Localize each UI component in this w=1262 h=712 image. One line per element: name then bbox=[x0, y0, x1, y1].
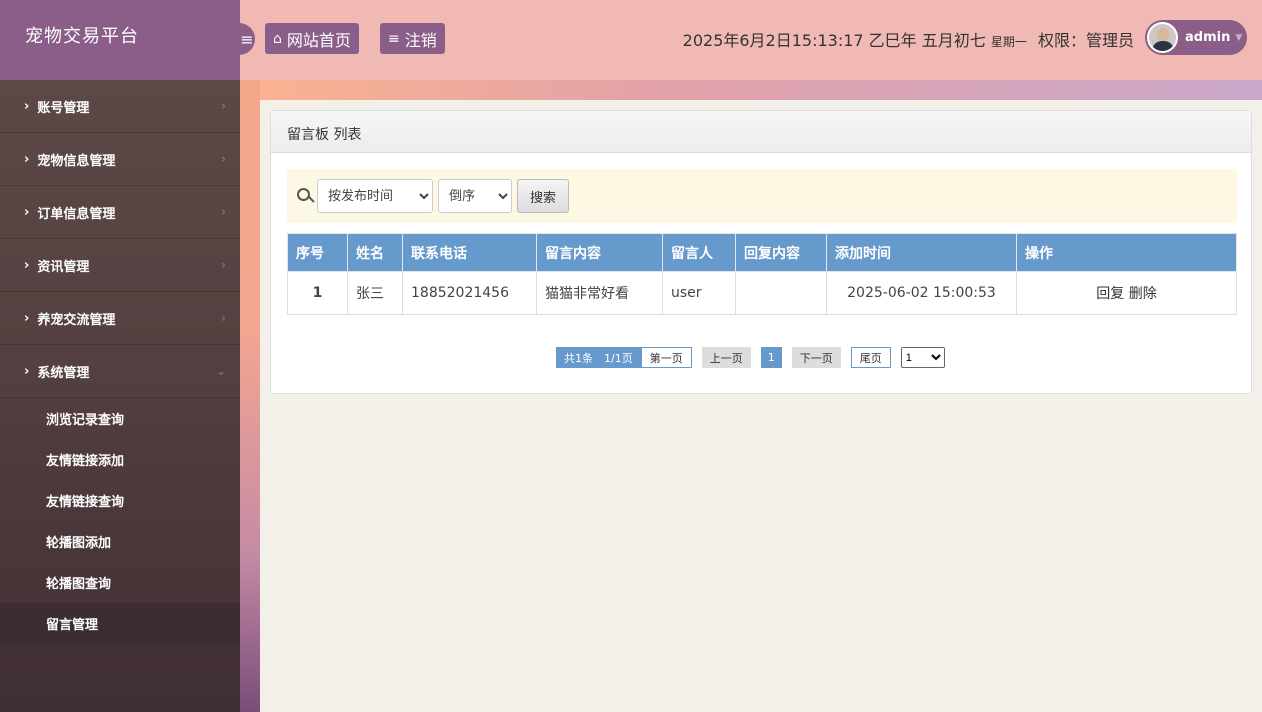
pager-last[interactable]: 尾页 bbox=[850, 347, 891, 368]
arrow-right-icon: › bbox=[221, 258, 226, 272]
col-user: 留言人 bbox=[662, 233, 736, 272]
chevron-right-icon: › bbox=[24, 310, 30, 326]
caret-down-icon: ▼ bbox=[1235, 32, 1243, 43]
home-label: 网站首页 bbox=[286, 30, 351, 50]
chevron-right-icon: › bbox=[24, 257, 30, 273]
chevron-right-icon: › bbox=[24, 98, 30, 114]
username: admin bbox=[1185, 30, 1231, 45]
cell-reply bbox=[735, 271, 827, 315]
pagination: 共1条 1/1页 第一页 上一页 1 下一页 尾页 1 bbox=[556, 347, 945, 368]
col-actions: 操作 bbox=[1016, 233, 1237, 272]
message-table: 序号 姓名 联系电话 留言内容 留言人 回复内容 添加时间 操作 1 张三 18… bbox=[287, 233, 1237, 315]
message-panel: 留言板 列表 按发布时间 倒序 搜索 序号 姓名 联系电话 留言内容 留言人 回… bbox=[270, 110, 1252, 394]
search-icon bbox=[297, 188, 313, 204]
menu-toggle-button[interactable]: ≡ bbox=[234, 23, 255, 55]
sidebar: 宠物交易平台 › 账号管理 › › 宠物信息管理 › › 订单信息管理 › › … bbox=[0, 0, 240, 712]
reply-link[interactable]: 回复 bbox=[1096, 286, 1124, 302]
col-time: 添加时间 bbox=[826, 233, 1017, 272]
sort-field-select[interactable]: 按发布时间 bbox=[317, 179, 433, 213]
role-text: 权限：管理员 bbox=[1037, 31, 1134, 50]
weekday: 星期一 bbox=[990, 35, 1027, 49]
arrow-right-icon: › bbox=[221, 311, 226, 325]
menu-label: 系统管理 bbox=[37, 365, 90, 381]
chevron-down-icon: ⌄ bbox=[215, 364, 226, 378]
logout-button[interactable]: ≡ 注销 bbox=[380, 23, 445, 54]
pager-next[interactable]: 下一页 bbox=[791, 347, 841, 368]
arrow-right-icon: › bbox=[221, 152, 226, 166]
header: ≡ ⌂ 网站首页 ≡ 注销 2025年6月2日15:13:17 乙巳年 五月初七… bbox=[234, 0, 1262, 80]
sub-link-query[interactable]: 友情链接查询 bbox=[0, 480, 240, 521]
sort-order-select[interactable]: 倒序 bbox=[438, 179, 512, 213]
arrow-right-icon: › bbox=[221, 205, 226, 219]
list-icon: ≡ bbox=[388, 30, 400, 47]
arrow-right-icon: › bbox=[221, 99, 226, 113]
menu-pet-info[interactable]: › 宠物信息管理 › bbox=[0, 133, 240, 186]
pager-prev[interactable]: 上一页 bbox=[701, 347, 751, 368]
cell-name: 张三 bbox=[347, 271, 403, 315]
cell-no: 1 bbox=[287, 271, 348, 315]
sub-message-manage[interactable]: 留言管理 bbox=[0, 603, 240, 644]
sub-carousel-add[interactable]: 轮播图添加 bbox=[0, 521, 240, 562]
search-button[interactable]: 搜索 bbox=[517, 179, 570, 213]
cell-time: 2025-06-02 15:00:53 bbox=[826, 271, 1017, 315]
col-reply: 回复内容 bbox=[735, 233, 827, 272]
delete-link[interactable]: 删除 bbox=[1129, 286, 1157, 302]
header-info: 2025年6月2日15:13:17 乙巳年 五月初七 星期一 权限：管理员 bbox=[683, 27, 1134, 51]
pager-info: 共1条 1/1页 bbox=[556, 347, 641, 368]
menu-order-info[interactable]: › 订单信息管理 › bbox=[0, 186, 240, 239]
cell-user: user bbox=[662, 271, 736, 315]
cell-phone: 18852021456 bbox=[402, 271, 537, 315]
table-row: 1 张三 18852021456 猫猫非常好看 user 2025-06-02 … bbox=[287, 271, 1237, 315]
cell-content: 猫猫非常好看 bbox=[536, 271, 663, 315]
cell-actions: 回复 删除 bbox=[1016, 271, 1237, 315]
avatar bbox=[1147, 22, 1178, 53]
col-content: 留言内容 bbox=[536, 233, 663, 272]
menu-label: 资讯管理 bbox=[37, 259, 90, 275]
menu-label: 账号管理 bbox=[37, 100, 90, 116]
menu-label: 养宠交流管理 bbox=[37, 312, 116, 328]
menu-label: 订单信息管理 bbox=[37, 206, 116, 222]
brand-title: 宠物交易平台 bbox=[0, 0, 240, 80]
pager-first[interactable]: 第一页 bbox=[640, 347, 692, 368]
sub-carousel-query[interactable]: 轮播图查询 bbox=[0, 562, 240, 603]
hamburger-icon: ≡ bbox=[240, 29, 254, 49]
logout-label: 注销 bbox=[404, 30, 437, 50]
sub-browse-history[interactable]: 浏览记录查询 bbox=[0, 398, 240, 439]
menu-pet-community[interactable]: › 养宠交流管理 › bbox=[0, 292, 240, 345]
datetime: 2025年6月2日15:13:17 乙巳年 五月初七 bbox=[682, 31, 986, 50]
col-phone: 联系电话 bbox=[402, 233, 537, 272]
pager-page-select[interactable]: 1 bbox=[900, 347, 945, 368]
chevron-right-icon: › bbox=[24, 151, 30, 167]
home-button[interactable]: ⌂ 网站首页 bbox=[265, 23, 359, 54]
menu-news[interactable]: › 资讯管理 › bbox=[0, 239, 240, 292]
panel-title: 留言板 列表 bbox=[271, 111, 1251, 153]
table-header-row: 序号 姓名 联系电话 留言内容 留言人 回复内容 添加时间 操作 bbox=[287, 233, 1237, 272]
chevron-right-icon: › bbox=[24, 204, 30, 220]
home-icon: ⌂ bbox=[273, 30, 282, 47]
chevron-right-icon: › bbox=[24, 363, 30, 379]
sub-link-add[interactable]: 友情链接添加 bbox=[0, 439, 240, 480]
search-bar: 按发布时间 倒序 搜索 bbox=[287, 169, 1237, 223]
menu-label: 宠物信息管理 bbox=[37, 153, 116, 169]
col-no: 序号 bbox=[287, 233, 348, 272]
user-menu[interactable]: admin ▼ bbox=[1145, 20, 1247, 55]
content-gradient-left bbox=[240, 80, 260, 712]
col-name: 姓名 bbox=[347, 233, 403, 272]
menu-system[interactable]: › 系统管理 ⌄ bbox=[0, 345, 240, 398]
menu-account[interactable]: › 账号管理 › bbox=[0, 80, 240, 133]
pager-current[interactable]: 1 bbox=[760, 347, 782, 368]
